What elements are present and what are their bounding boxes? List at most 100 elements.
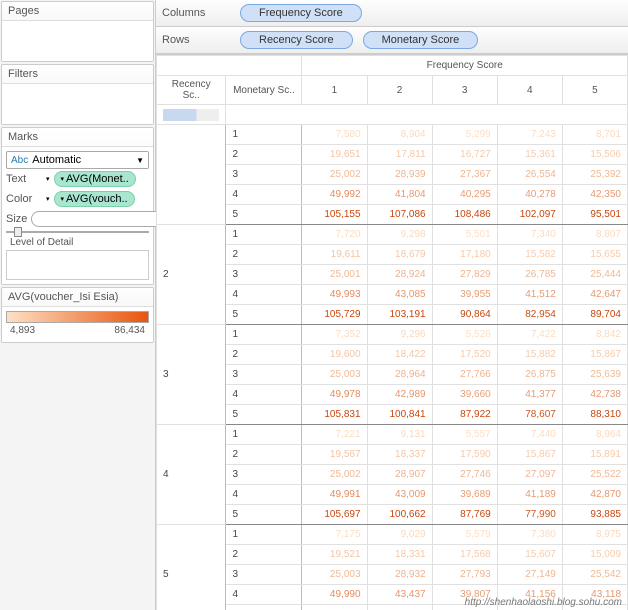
value-cell[interactable]: 17,180 (432, 245, 497, 265)
value-cell[interactable]: 49,978 (302, 385, 367, 405)
value-cell[interactable]: 49,993 (302, 285, 367, 305)
value-cell[interactable]: 25,639 (562, 365, 627, 385)
value-cell[interactable]: 39,955 (432, 285, 497, 305)
value-cell[interactable]: 8,975 (562, 525, 627, 545)
color-pill[interactable]: ▾AVG(vouch.. (54, 191, 135, 207)
monetary-cell[interactable]: 2 (226, 445, 302, 465)
value-cell[interactable]: 27,097 (497, 465, 562, 485)
value-cell[interactable]: 17,811 (367, 145, 432, 165)
col-3[interactable]: 3 (432, 76, 497, 105)
value-cell[interactable]: 39,689 (432, 485, 497, 505)
value-cell[interactable]: 49,992 (302, 185, 367, 205)
value-cell[interactable]: 105,729 (302, 305, 367, 325)
value-cell[interactable]: 27,746 (432, 465, 497, 485)
value-cell[interactable]: 40,295 (432, 185, 497, 205)
value-cell[interactable]: 25,003 (302, 365, 367, 385)
value-cell[interactable]: 17,590 (432, 445, 497, 465)
value-cell[interactable]: 15,867 (562, 345, 627, 365)
value-cell[interactable]: 9,029 (367, 525, 432, 545)
value-cell[interactable]: 5,526 (432, 325, 497, 345)
value-cell[interactable]: 41,189 (497, 485, 562, 505)
value-cell[interactable]: 27,149 (497, 565, 562, 585)
text-pill[interactable]: ▾AVG(Monet.. (54, 171, 136, 187)
value-cell[interactable]: 19,521 (302, 545, 367, 565)
value-cell[interactable]: 28,924 (367, 265, 432, 285)
monetary-cell[interactable]: 5 (226, 605, 302, 610)
pages-shelf[interactable] (2, 21, 153, 61)
value-cell[interactable]: 15,506 (562, 145, 627, 165)
value-cell[interactable]: 40,278 (497, 185, 562, 205)
value-cell[interactable]: 49,990 (302, 585, 367, 605)
monetary-cell[interactable]: 5 (226, 405, 302, 425)
value-cell[interactable]: 25,392 (562, 165, 627, 185)
value-cell[interactable]: 15,882 (497, 345, 562, 365)
lod-shelf[interactable] (6, 250, 149, 280)
value-cell[interactable]: 7,422 (497, 325, 562, 345)
value-cell[interactable]: 15,655 (562, 245, 627, 265)
value-cell[interactable]: 100,841 (367, 405, 432, 425)
monetary-cell[interactable]: 4 (226, 385, 302, 405)
value-cell[interactable]: 8,807 (562, 225, 627, 245)
value-cell[interactable]: 7,175 (302, 525, 367, 545)
monetary-cell[interactable]: 3 (226, 365, 302, 385)
value-cell[interactable]: 17,568 (432, 545, 497, 565)
value-cell[interactable]: 105,697 (302, 505, 367, 525)
value-cell[interactable]: 87,769 (432, 505, 497, 525)
value-cell[interactable]: 43,085 (367, 285, 432, 305)
value-cell[interactable]: 27,829 (432, 265, 497, 285)
value-cell[interactable]: 9,131 (367, 425, 432, 445)
value-cell[interactable]: 107,086 (367, 205, 432, 225)
col-4[interactable]: 4 (497, 76, 562, 105)
value-cell[interactable]: 7,352 (302, 325, 367, 345)
value-cell[interactable]: 19,611 (302, 245, 367, 265)
value-cell[interactable]: 8,842 (562, 325, 627, 345)
value-cell[interactable]: 90,864 (432, 305, 497, 325)
size-input[interactable] (31, 211, 175, 227)
col-2[interactable]: 2 (367, 76, 432, 105)
value-cell[interactable]: 18,679 (367, 245, 432, 265)
value-cell[interactable]: 25,003 (302, 565, 367, 585)
value-cell[interactable]: 88,310 (562, 405, 627, 425)
value-cell[interactable]: 9,296 (367, 325, 432, 345)
recency-cell[interactable]: 3 (157, 325, 226, 425)
monetary-cell[interactable]: 1 (226, 525, 302, 545)
monetary-cell[interactable]: 2 (226, 545, 302, 565)
value-cell[interactable]: 77,990 (497, 505, 562, 525)
value-cell[interactable]: 18,422 (367, 345, 432, 365)
value-cell[interactable]: 105,665 (302, 605, 367, 610)
value-cell[interactable]: 27,367 (432, 165, 497, 185)
monetary-cell[interactable]: 1 (226, 125, 302, 145)
value-cell[interactable]: 95,501 (562, 205, 627, 225)
value-cell[interactable]: 8,904 (367, 125, 432, 145)
value-cell[interactable]: 42,647 (562, 285, 627, 305)
monetary-cell[interactable]: 5 (226, 505, 302, 525)
value-cell[interactable]: 7,340 (497, 225, 562, 245)
value-cell[interactable]: 7,380 (497, 525, 562, 545)
value-cell[interactable]: 102,097 (497, 205, 562, 225)
value-cell[interactable]: 5,557 (432, 425, 497, 445)
value-cell[interactable]: 9,298 (367, 225, 432, 245)
value-cell[interactable]: 5,501 (432, 225, 497, 245)
value-cell[interactable]: 19,651 (302, 145, 367, 165)
recency-cell[interactable]: 2 (157, 225, 226, 325)
value-cell[interactable]: 43,437 (367, 585, 432, 605)
value-cell[interactable]: 7,440 (497, 425, 562, 445)
monetary-cell[interactable]: 2 (226, 145, 302, 165)
value-cell[interactable]: 28,932 (367, 565, 432, 585)
value-cell[interactable]: 16,727 (432, 145, 497, 165)
value-cell[interactable]: 5,579 (432, 525, 497, 545)
value-cell[interactable]: 25,002 (302, 165, 367, 185)
monetary-cell[interactable]: 4 (226, 585, 302, 605)
recency-header[interactable]: Recency Sc.. (157, 76, 226, 105)
monetary-cell[interactable]: 3 (226, 565, 302, 585)
monetary-cell[interactable]: 4 (226, 185, 302, 205)
rows-pill-recency[interactable]: Recency Score (240, 31, 353, 49)
recency-cell[interactable]: 5 (157, 525, 226, 610)
value-cell[interactable]: 7,221 (302, 425, 367, 445)
value-cell[interactable]: 42,738 (562, 385, 627, 405)
value-cell[interactable]: 108,486 (432, 205, 497, 225)
value-cell[interactable]: 42,350 (562, 185, 627, 205)
value-cell[interactable]: 41,804 (367, 185, 432, 205)
value-cell[interactable]: 26,554 (497, 165, 562, 185)
value-cell[interactable]: 18,331 (367, 545, 432, 565)
